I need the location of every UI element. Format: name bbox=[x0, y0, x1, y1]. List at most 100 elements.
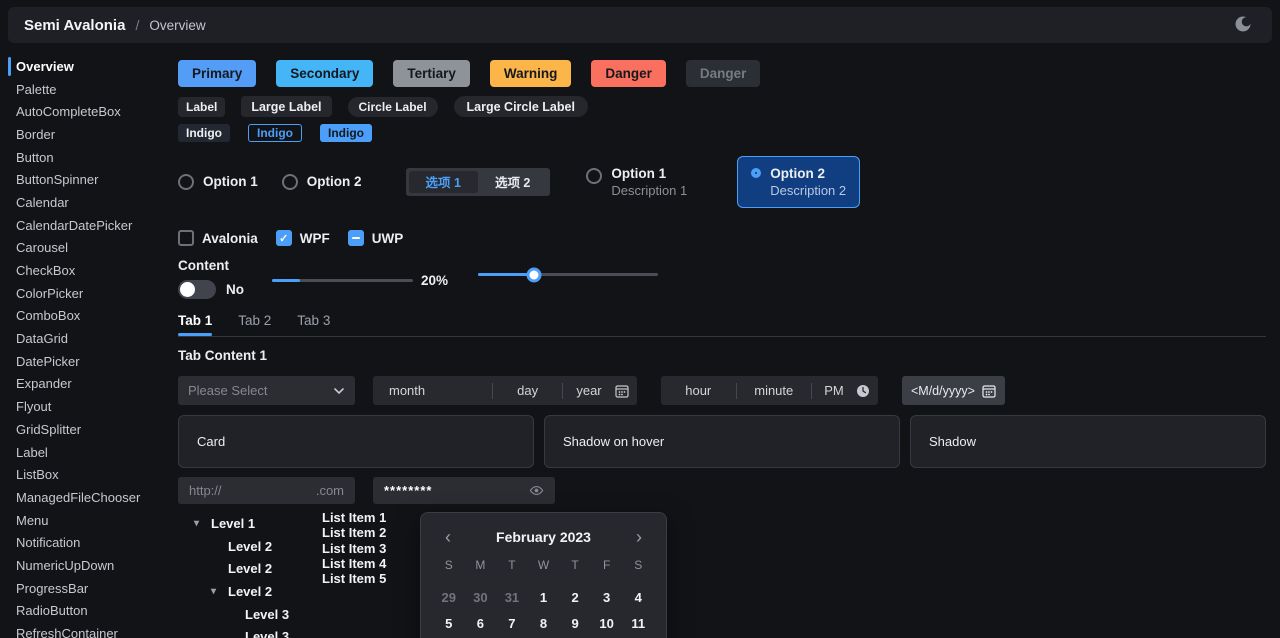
sidebar-item[interactable]: CalendarDatePicker bbox=[0, 214, 170, 237]
time-picker-hour[interactable]: hour bbox=[661, 383, 736, 398]
calendar-date-picker[interactable]: <M/d/yyyy> bbox=[902, 376, 1005, 405]
sidebar-item[interactable]: Button bbox=[0, 146, 170, 169]
calendar-day[interactable]: 8 bbox=[528, 611, 560, 637]
sidebar-item-label: Expander bbox=[16, 376, 72, 391]
calendar-day[interactable]: 29 bbox=[433, 585, 465, 611]
list-item[interactable]: List Item 2 bbox=[322, 525, 402, 540]
tree-item[interactable]: ▾ Level 1 bbox=[190, 512, 314, 535]
sidebar-item[interactable]: Menu bbox=[0, 509, 170, 532]
sidebar-item[interactable]: NumericUpDown bbox=[0, 554, 170, 577]
tree-item[interactable]: ▾ Level 3 bbox=[190, 603, 314, 626]
checkbox-option[interactable]: Avalonia bbox=[178, 230, 258, 246]
tab[interactable]: Tab 2 bbox=[238, 313, 271, 336]
sidebar-item-label: Notification bbox=[16, 535, 80, 550]
slider-2[interactable] bbox=[478, 273, 658, 276]
combobox[interactable]: Please Select bbox=[178, 376, 355, 405]
tree-item[interactable]: ▾ Level 2 bbox=[190, 580, 314, 603]
demo-button[interactable]: Warning bbox=[490, 60, 572, 87]
calendar-day[interactable]: 1 bbox=[528, 585, 560, 611]
tree-expander-icon[interactable]: ▾ bbox=[194, 518, 211, 529]
time-picker-minute[interactable]: minute bbox=[737, 383, 812, 398]
calendar-day[interactable]: 31 bbox=[496, 585, 528, 611]
chevron-left-icon[interactable]: ‹ bbox=[443, 528, 453, 546]
radio-card[interactable]: Option 1 Description 1 bbox=[572, 156, 701, 208]
sidebar-item[interactable]: Overview bbox=[0, 55, 170, 78]
date-picker-month[interactable]: month bbox=[373, 383, 492, 398]
list-item[interactable]: List Item 1 bbox=[322, 510, 402, 525]
slider-2-thumb[interactable] bbox=[526, 267, 541, 282]
sidebar-item[interactable]: Flyout bbox=[0, 395, 170, 418]
sidebar-item[interactable]: Border bbox=[0, 123, 170, 146]
list-item[interactable]: List Item 4 bbox=[322, 556, 402, 571]
sidebar-item[interactable]: CheckBox bbox=[0, 259, 170, 282]
radio-demo-row: Option 1 Option 2 选项 1选项 2 Option 1 bbox=[178, 154, 1266, 209]
tree-item[interactable]: ▾ Level 2 bbox=[190, 557, 314, 580]
time-picker-ampm[interactable]: PM bbox=[812, 383, 856, 398]
theme-toggle-button[interactable] bbox=[1230, 12, 1256, 38]
sidebar-item[interactable]: ManagedFileChooser bbox=[0, 486, 170, 509]
sidebar-item[interactable]: ColorPicker bbox=[0, 282, 170, 305]
sidebar-item[interactable]: Carousel bbox=[0, 237, 170, 260]
radio-card[interactable]: Option 2 Description 2 bbox=[737, 156, 860, 208]
combobox-placeholder: Please Select bbox=[188, 383, 268, 398]
chevron-right-icon[interactable]: › bbox=[634, 528, 644, 546]
sidebar-item[interactable]: ComboBox bbox=[0, 305, 170, 328]
demo-button[interactable]: Danger bbox=[591, 60, 666, 87]
sidebar-item[interactable]: DatePicker bbox=[0, 350, 170, 373]
date-picker-day[interactable]: day bbox=[493, 383, 562, 398]
calendar-day[interactable]: 4 bbox=[622, 585, 654, 611]
sidebar-item[interactable]: RadioButton bbox=[0, 600, 170, 623]
sidebar-item[interactable]: Palette bbox=[0, 78, 170, 101]
demo-button[interactable]: Tertiary bbox=[393, 60, 470, 87]
calendar-day[interactable]: 3 bbox=[591, 585, 623, 611]
tree-expander-icon[interactable]: ▾ bbox=[211, 586, 228, 597]
radio-option[interactable]: Option 2 bbox=[282, 174, 362, 190]
calendar-day[interactable]: 6 bbox=[465, 611, 497, 637]
sidebar-item[interactable]: DataGrid bbox=[0, 327, 170, 350]
calendar-day[interactable]: 11 bbox=[622, 611, 654, 637]
date-picker[interactable]: month day year bbox=[373, 376, 637, 405]
tree-item-label: Level 3 bbox=[245, 607, 289, 622]
sidebar-item[interactable]: ListBox bbox=[0, 463, 170, 486]
sidebar-item[interactable]: ProgressBar bbox=[0, 577, 170, 600]
sidebar-item[interactable]: GridSplitter bbox=[0, 418, 170, 441]
calendar-day[interactable]: 9 bbox=[559, 611, 591, 637]
tab[interactable]: Tab 3 bbox=[297, 313, 330, 336]
calendar-day[interactable]: 10 bbox=[591, 611, 623, 637]
demo-button[interactable]: Danger bbox=[686, 60, 761, 87]
tab[interactable]: Tab 1 bbox=[178, 313, 212, 336]
button-group-option[interactable]: 选项 2 bbox=[478, 171, 547, 193]
calendar-day[interactable]: 7 bbox=[496, 611, 528, 637]
sidebar-item[interactable]: Label bbox=[0, 441, 170, 464]
button-group-option[interactable]: 选项 1 bbox=[409, 171, 478, 193]
sidebar-item-label: DataGrid bbox=[16, 331, 68, 346]
toggle-switch[interactable] bbox=[178, 280, 216, 299]
time-picker[interactable]: hour minute PM bbox=[661, 376, 878, 405]
calendar-day[interactable]: 5 bbox=[433, 611, 465, 637]
slider-1[interactable] bbox=[272, 279, 413, 282]
sidebar-item[interactable]: Calendar bbox=[0, 191, 170, 214]
slider-2-wrap bbox=[478, 273, 658, 276]
calendar-day[interactable]: 30 bbox=[465, 585, 497, 611]
calendar-day[interactable]: 2 bbox=[559, 585, 591, 611]
radio-button-group: 选项 1选项 2 bbox=[406, 168, 551, 196]
sidebar-item[interactable]: AutoCompleteBox bbox=[0, 100, 170, 123]
date-picker-year[interactable]: year bbox=[563, 383, 615, 398]
url-input[interactable]: http:// .com bbox=[178, 477, 355, 504]
radio-option[interactable]: Option 1 bbox=[178, 174, 258, 190]
label-pill: Label bbox=[178, 97, 225, 117]
eye-icon[interactable] bbox=[529, 483, 544, 498]
list-item[interactable]: List Item 3 bbox=[322, 541, 402, 556]
password-input[interactable]: ******** bbox=[373, 477, 555, 504]
checkbox-option[interactable]: WPF bbox=[276, 230, 330, 246]
sidebar-item[interactable]: Notification bbox=[0, 531, 170, 554]
demo-button[interactable]: Primary bbox=[178, 60, 256, 87]
demo-button[interactable]: Secondary bbox=[276, 60, 373, 87]
list-item[interactable]: List Item 5 bbox=[322, 571, 402, 586]
sidebar-item[interactable]: Expander bbox=[0, 373, 170, 396]
sidebar-item[interactable]: RefreshContainer bbox=[0, 622, 170, 638]
tree-item[interactable]: ▾ Level 2 bbox=[190, 535, 314, 558]
checkbox-option[interactable]: UWP bbox=[348, 230, 404, 246]
sidebar-item[interactable]: ButtonSpinner bbox=[0, 168, 170, 191]
tree-item[interactable]: ▾ Level 3 bbox=[190, 625, 314, 638]
